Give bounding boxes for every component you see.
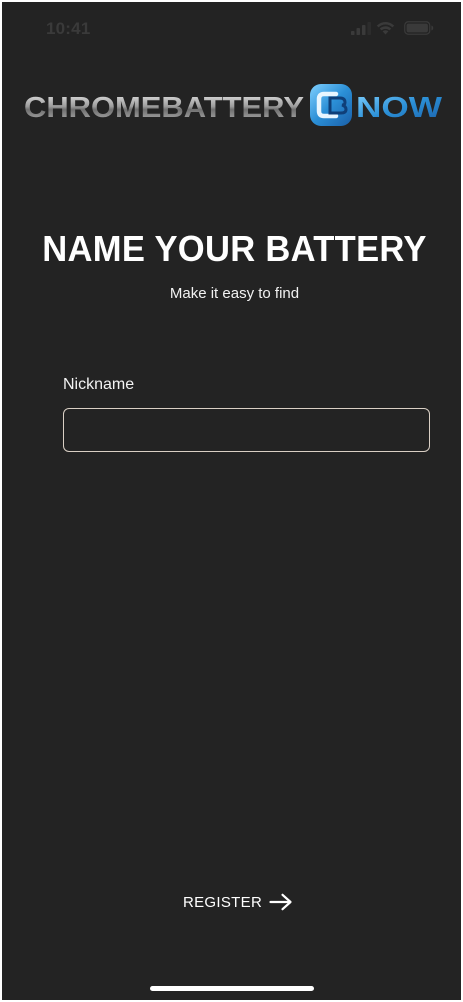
- arrow-right-icon: [269, 893, 292, 911]
- app-screen: 10:41 CHROMEBATTERY NOW NAME YOUR BATTER…: [2, 2, 461, 1000]
- wifi-icon: [376, 22, 395, 35]
- status-bar: 10:41: [2, 2, 461, 52]
- chromebattery-now-logo: CHROMEBATTERY NOW: [24, 84, 443, 126]
- page-title: NAME YOUR BATTERY: [42, 228, 427, 269]
- status-time: 10:41: [46, 19, 91, 38]
- home-indicator: [150, 986, 314, 991]
- logo-wordmark-right: NOW: [356, 92, 443, 124]
- nickname-input[interactable]: [63, 408, 430, 452]
- logo-wordmark-left: CHROMEBATTERY: [24, 92, 304, 124]
- logo-emblem-icon: [310, 84, 352, 126]
- register-button[interactable]: REGISTER: [174, 886, 294, 918]
- cellular-signal-icon: [351, 22, 371, 35]
- battery-icon: [404, 21, 434, 35]
- register-label: REGISTER: [183, 893, 263, 911]
- nickname-label: Nickname: [63, 376, 135, 393]
- page-subtitle: Make it easy to find: [169, 285, 300, 302]
